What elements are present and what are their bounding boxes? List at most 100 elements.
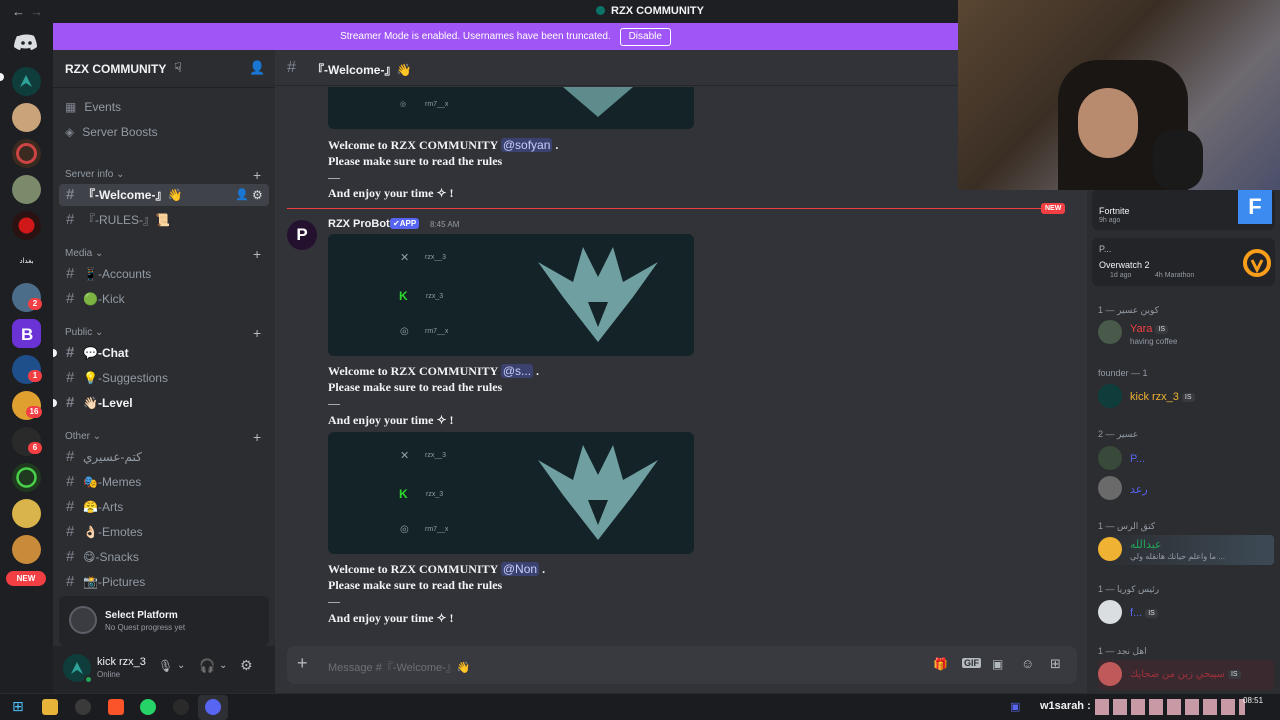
server-rail: بغداد 2 B 1 16 6 NEW [0,23,53,693]
server-b-icon[interactable]: B [12,319,41,348]
member-group-header: رئيس كوريا — 1 [1098,584,1160,594]
discord-home-icon[interactable] [12,27,41,56]
server-red-icon[interactable] [12,211,41,240]
channel-pictures[interactable]: # 📸-Pictures [59,571,269,593]
server-emblem-icon[interactable] [12,139,41,168]
server-photo-icon[interactable] [12,535,41,564]
user-mention[interactable]: @sofyan [500,138,553,152]
member-status: ما واعلم حيانك هانقله ولي ... [1130,552,1225,561]
windows-start-icon[interactable]: ⊞ [12,698,24,715]
phoenix-logo-icon [538,445,658,540]
emoji-icon[interactable]: ☺ [1021,656,1034,671]
activity-card-overwatch[interactable]: P... Overwatch 2 1d ago 4h Marathon [1092,238,1275,286]
embed-handle: rzx__3 [425,452,447,459]
obs-icon[interactable] [75,699,91,715]
microphone-icon[interactable]: 🎙 [158,659,173,673]
category-server-info[interactable]: Server info ⌄ + [65,167,261,183]
hash-icon: # [66,573,75,590]
forward-arrow-icon[interactable]: → [30,4,43,19]
category-public[interactable]: Public ⌄ + [65,325,261,341]
sticker-icon[interactable]: ▣ [992,657,1003,671]
channel-kick[interactable]: # 🟢-Kick [59,288,269,310]
message-composer[interactable]: + Message #『-Welcome-』👋 🎁 GIF ▣ ☺ ⊞ [287,646,1077,684]
bot-name[interactable]: RZX ProBot [328,218,390,230]
welcome-image-embed[interactable]: ✕ rzx__3 K rzx_3 ◎ rm7__x [328,432,694,554]
hash-icon: # [66,448,75,465]
message-input[interactable]: Message #『-Welcome-』👋 [328,659,470,675]
rules-line: Please make sure to read the rules [328,380,503,394]
gear-icon[interactable]: ⚙ [252,184,263,206]
member-row[interactable]: عبدالله ما واعلم حيانك هانقله ولي ... [1098,535,1274,565]
server-rzx-icon[interactable] [12,67,41,96]
channel-label: 📸-Pictures [83,575,146,589]
server-boosts-item[interactable]: ◈ Server Boosts [65,125,158,139]
steam-icon[interactable] [173,699,189,715]
discord-taskbar-item[interactable] [198,695,228,720]
member-row[interactable]: رعد [1098,474,1274,504]
welcome-image-embed[interactable]: ◎ rm7__x [328,87,694,129]
activity-card-fortnite[interactable]: Fortnite 9h ago F [1092,190,1275,230]
add-channel-icon[interactable]: + [253,246,261,262]
dash-line: — [328,170,340,184]
server-dog-icon[interactable] [12,103,41,132]
channel-level[interactable]: # 👋🏻-Level [53,392,269,414]
user-mention[interactable]: @Non [500,562,540,576]
channel-memes[interactable]: # 🎭-Memes [59,471,269,493]
add-attachment-icon[interactable]: + [297,653,308,674]
new-unreads-pill[interactable]: NEW [6,571,46,586]
channel-arts[interactable]: # 😤-Arts [59,496,269,518]
channel-emotes[interactable]: # 👌🏻-Emotes [59,521,269,543]
server-emoji-icon[interactable] [12,499,41,528]
user-mention[interactable]: @s... [500,364,534,378]
invite-people-icon[interactable]: 👤 [249,60,265,76]
events-item[interactable]: ▦ Events [65,100,121,114]
add-channel-icon[interactable]: + [253,325,261,341]
activity-extra: 4h Marathon [1155,272,1195,279]
gif-icon[interactable]: GIF [962,658,981,668]
channel-accounts[interactable]: # 📱-Accounts [59,263,269,285]
brave-icon[interactable] [108,699,124,715]
add-channel-icon[interactable]: + [253,167,261,183]
member-name: f... IS [1130,607,1158,619]
headphones-icon[interactable]: 🎧 [199,658,215,674]
disable-streamer-button[interactable]: Disable [619,28,671,46]
channel-rules[interactable]: # 『-RULES-』📜 [59,209,269,231]
welcome-image-embed[interactable]: ✕ rzx__3 K rzx_3 ◎ rm7__x [328,234,694,356]
invite-icon[interactable]: 👤 [235,184,249,206]
back-arrow-icon[interactable]: ← [12,4,25,19]
avatar [1098,320,1122,344]
file-explorer-icon[interactable] [42,699,58,715]
gift-icon[interactable]: 🎁 [933,657,948,671]
server-cat-icon[interactable] [12,175,41,204]
add-channel-icon[interactable]: + [253,429,261,445]
server-green-icon[interactable] [12,463,41,492]
channel-snacks[interactable]: # 😋-Snacks [59,546,269,568]
member-row[interactable]: f... IS [1098,598,1274,628]
category-media[interactable]: Media ⌄ + [65,246,261,262]
avatar[interactable]: P [287,220,317,250]
apps-icon[interactable]: ⊞ [1050,656,1061,672]
channel-chat[interactable]: # 💬-Chat [53,342,269,364]
chevron-down-icon[interactable]: ⌄ [177,660,185,671]
channel-mute[interactable]: # كتم-عسيري [59,446,269,468]
streamer-mode-banner: Streamer Mode is enabled. Usernames have… [53,23,958,50]
guild-name[interactable]: RZX COMMUNITY [65,62,166,76]
member-row[interactable]: Yara IS having coffee [1098,318,1274,348]
channel-suggestions[interactable]: # 💡-Suggestions [59,367,269,389]
avatar [1098,600,1122,624]
member-group-header: كوين عسير — 1 [1098,305,1159,315]
microphone-icon [1153,130,1203,190]
channel-welcome[interactable]: # 『-Welcome-』👋 👤 ⚙ [59,184,269,206]
server-arabic-icon[interactable]: بغداد [12,247,41,276]
hash-icon: # [66,498,75,515]
channel-label: 📱-Accounts [83,267,152,281]
chevron-down-icon[interactable]: ⌄ [219,660,227,671]
member-row[interactable]: P... [1098,444,1274,474]
quest-panel[interactable]: Select Platform No Quest progress yet [59,596,269,646]
category-other[interactable]: Other ⌄ + [65,429,261,445]
settings-gear-icon[interactable]: ⚙ [240,657,253,674]
member-row[interactable]: سيبحي زين من ضحايك IS [1098,660,1274,690]
username[interactable]: kick rzx_3 [97,656,146,668]
member-row[interactable]: kick rzx_3 IS [1098,382,1274,412]
whatsapp-icon[interactable] [140,699,156,715]
